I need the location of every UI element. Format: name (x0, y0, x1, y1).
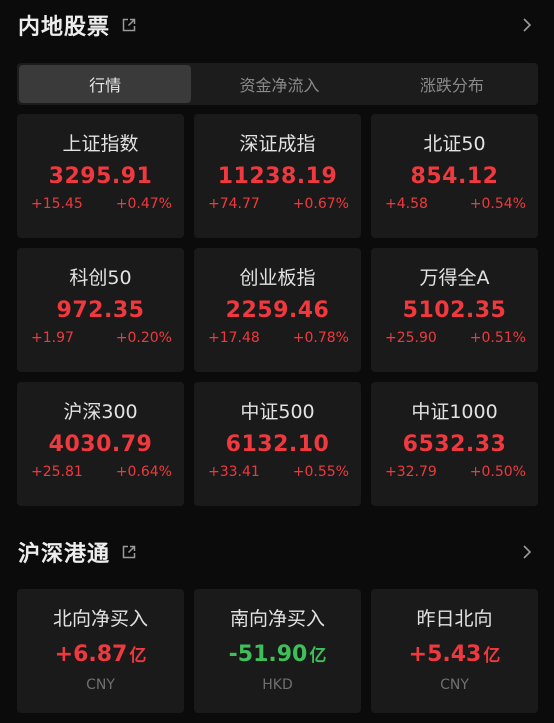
index-name: 北证50 (423, 133, 486, 155)
flow-value: +6.87 亿 (55, 641, 147, 667)
index-change: +15.45 (31, 196, 83, 212)
index-card[interactable]: 沪深300 4030.79 +25.81 +0.64% (17, 382, 184, 506)
index-changes: +74.77 +0.67% (194, 196, 361, 212)
flow-value: +5.43 亿 (409, 641, 501, 667)
index-name: 中证500 (240, 401, 315, 423)
index-changes: +17.48 +0.78% (194, 330, 361, 346)
market-tabs: 行情 资金净流入 涨跌分布 (17, 63, 538, 105)
index-change: +25.81 (31, 464, 83, 480)
flow-unit: 亿 (483, 646, 501, 666)
index-value: 2259.46 (225, 298, 330, 323)
tab-distribution[interactable]: 涨跌分布 (366, 63, 538, 105)
index-change-pct: +0.78% (292, 330, 349, 346)
flow-unit: 亿 (309, 646, 327, 666)
index-change: +33.41 (208, 464, 260, 480)
index-card[interactable]: 北证50 854.12 +4.58 +0.54% (371, 114, 538, 238)
index-changes: +33.41 +0.55% (194, 464, 361, 480)
index-value: 972.35 (56, 298, 145, 323)
flow-card[interactable]: 昨日北向 +5.43 亿 CNY (371, 589, 538, 713)
tab-quotes[interactable]: 行情 (19, 65, 192, 103)
index-change-pct: +0.67% (292, 196, 349, 212)
flow-grid: 北向净买入 +6.87 亿 CNY 南向净买入 -51.90 亿 HKD 昨日北… (17, 589, 538, 713)
index-change: +32.79 (385, 464, 437, 480)
index-card[interactable]: 中证500 6132.10 +33.41 +0.55% (194, 382, 361, 506)
index-value: 4030.79 (48, 432, 153, 457)
index-card[interactable]: 万得全A 5102.35 +25.90 +0.51% (371, 248, 538, 372)
index-changes: +25.90 +0.51% (371, 330, 538, 346)
index-change: +17.48 (208, 330, 260, 346)
index-card[interactable]: 上证指数 3295.91 +15.45 +0.47% (17, 114, 184, 238)
flow-name: 昨日北向 (416, 608, 493, 630)
index-name: 万得全A (419, 267, 490, 289)
index-change: +4.58 (385, 196, 428, 212)
index-value: 11238.19 (217, 164, 338, 189)
index-value: 854.12 (410, 164, 499, 189)
index-card[interactable]: 深证成指 11238.19 +74.77 +0.67% (194, 114, 361, 238)
flow-name: 北向净买入 (52, 608, 148, 630)
flow-amount: +5.43 (408, 642, 482, 667)
index-change-pct: +0.50% (469, 464, 526, 480)
chevron-right-icon[interactable] (520, 15, 534, 35)
index-name: 沪深300 (63, 401, 138, 423)
mainland-stocks-header[interactable]: 内地股票 (0, 0, 554, 50)
index-value: 6532.33 (402, 432, 507, 457)
index-card[interactable]: 中证1000 6532.33 +32.79 +0.50% (371, 382, 538, 506)
index-name: 中证1000 (411, 401, 498, 423)
index-name: 创业板指 (239, 267, 316, 289)
external-link-icon[interactable] (120, 543, 138, 561)
flow-card[interactable]: 北向净买入 +6.87 亿 CNY (17, 589, 184, 713)
index-name: 上证指数 (62, 133, 139, 155)
index-name: 深证成指 (239, 133, 316, 155)
flow-currency: HKD (262, 677, 293, 693)
index-change-pct: +0.64% (115, 464, 172, 480)
index-change-pct: +0.55% (292, 464, 349, 480)
index-name: 科创50 (69, 267, 132, 289)
flow-currency: CNY (86, 677, 115, 693)
flow-value: -51.90 亿 (229, 641, 327, 667)
index-value: 3295.91 (48, 164, 153, 189)
external-link-icon[interactable] (120, 16, 138, 34)
tab-net-inflow[interactable]: 资金净流入 (193, 63, 365, 105)
chevron-right-icon[interactable] (520, 542, 534, 562)
index-card[interactable]: 科创50 972.35 +1.97 +0.20% (17, 248, 184, 372)
index-change: +1.97 (31, 330, 74, 346)
index-changes: +1.97 +0.20% (17, 330, 184, 346)
index-value: 6132.10 (225, 432, 330, 457)
index-change-pct: +0.54% (469, 196, 526, 212)
index-change-pct: +0.20% (115, 330, 172, 346)
index-grid: 上证指数 3295.91 +15.45 +0.47% 深证成指 11238.19… (17, 114, 538, 506)
index-changes: +32.79 +0.50% (371, 464, 538, 480)
index-card[interactable]: 创业板指 2259.46 +17.48 +0.78% (194, 248, 361, 372)
index-changes: +15.45 +0.47% (17, 196, 184, 212)
index-changes: +25.81 +0.64% (17, 464, 184, 480)
stock-connect-title: 沪深港通 (18, 542, 111, 567)
flow-card[interactable]: 南向净买入 -51.90 亿 HKD (194, 589, 361, 713)
market-overview-page: 内地股票 行情 资金净流入 涨跌分布 上证指数 3295.91 +15.45 +… (0, 0, 554, 723)
flow-unit: 亿 (129, 646, 147, 666)
flow-currency: CNY (440, 677, 469, 693)
index-change-pct: +0.47% (115, 196, 172, 212)
flow-name: 南向净买入 (229, 608, 325, 630)
index-change: +25.90 (385, 330, 437, 346)
index-value: 5102.35 (402, 298, 507, 323)
flow-amount: +6.87 (54, 642, 128, 667)
flow-amount: -51.90 (228, 642, 308, 667)
mainland-stocks-title: 内地股票 (18, 15, 111, 40)
index-change: +74.77 (208, 196, 260, 212)
index-change-pct: +0.51% (469, 330, 526, 346)
index-changes: +4.58 +0.54% (371, 196, 538, 212)
stock-connect-header[interactable]: 沪深港通 (0, 527, 554, 577)
